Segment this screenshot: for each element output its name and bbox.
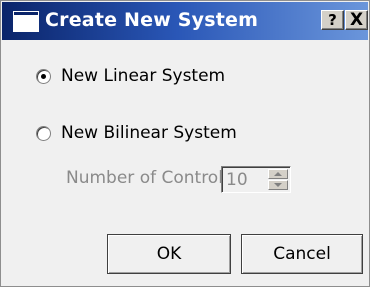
- window-icon: [13, 11, 39, 32]
- title-bar[interactable]: Create New System ? X: [2, 2, 368, 40]
- spinner-buttons: [268, 169, 288, 190]
- create-new-system-dialog: Create New System ? X New Linear System …: [0, 0, 370, 287]
- close-button[interactable]: X: [345, 10, 368, 30]
- spinner-down-button[interactable]: [268, 180, 288, 190]
- number-of-controls-value[interactable]: 10: [226, 170, 248, 190]
- dialog-title: Create New System: [45, 9, 259, 31]
- radio-new-linear-system[interactable]: [36, 69, 51, 84]
- ok-button[interactable]: OK: [107, 234, 231, 274]
- new-linear-system-label[interactable]: New Linear System: [61, 66, 225, 86]
- radio-new-bilinear-system[interactable]: [36, 126, 51, 141]
- number-of-controls-label: Number of Controls: [66, 168, 232, 188]
- cancel-button[interactable]: Cancel: [241, 234, 363, 274]
- number-of-controls-spinner[interactable]: 10: [221, 166, 291, 193]
- spinner-up-button[interactable]: [268, 169, 288, 179]
- new-bilinear-system-label[interactable]: New Bilinear System: [61, 123, 237, 143]
- help-button[interactable]: ?: [321, 10, 344, 30]
